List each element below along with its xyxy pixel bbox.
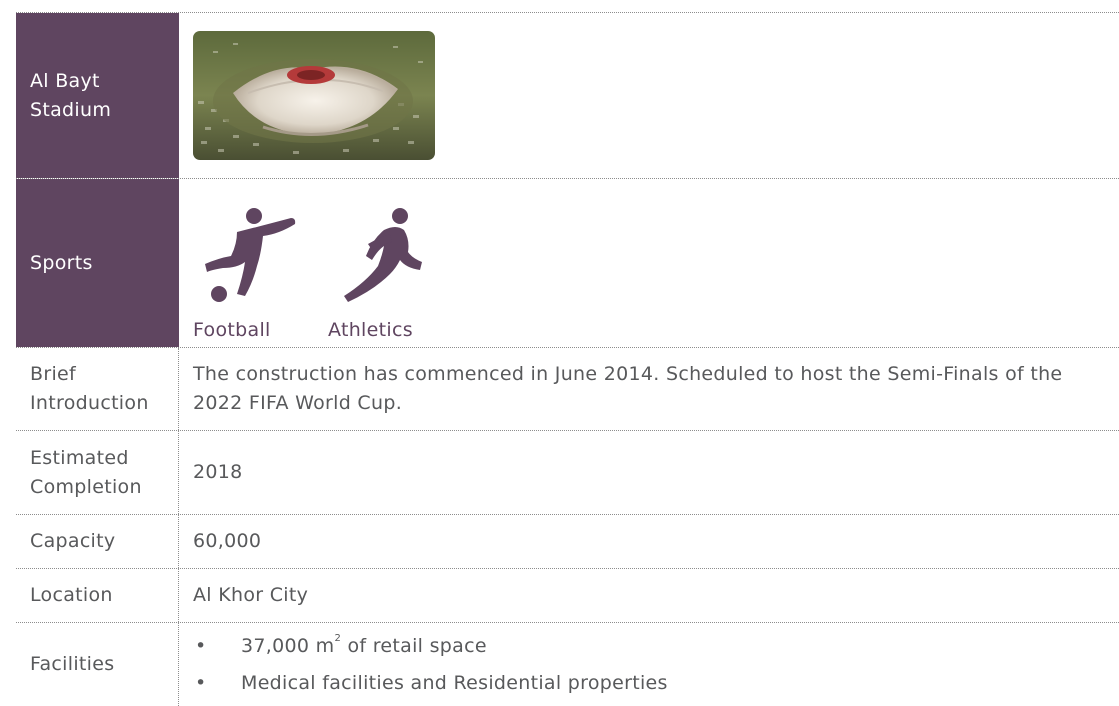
sports-row: Sports Football Athletics: [16, 178, 1119, 347]
sports-label: Sports: [30, 251, 93, 274]
capacity-row: Capacity 60,000: [16, 514, 1119, 568]
runner-icon: [344, 208, 422, 302]
location-value-cell: Al Khor City: [179, 569, 1119, 622]
sport-football: Football: [193, 204, 328, 342]
sports-list: Football Athletics: [193, 179, 438, 347]
facility-item1-suffix: of retail space: [341, 634, 487, 657]
location-label: Location: [30, 584, 113, 606]
facilities-value-cell: • 37,000 m2 of retail space • Medical fa…: [179, 623, 1119, 706]
facility-item1-prefix: 37,000 m: [241, 634, 335, 657]
completion-label-line1: Estimated: [30, 446, 129, 469]
capacity-label-cell: Capacity: [16, 515, 179, 568]
stadium-photo: [193, 31, 435, 160]
facility-item2-text: Medical facilities and Residential prope…: [241, 671, 668, 694]
completion-label-cell: Estimated Completion: [16, 431, 179, 514]
brief-text-line1: The construction has commenced in June 2…: [193, 363, 1063, 385]
brief-text-line2: 2022 FIFA World Cup.: [193, 392, 403, 414]
capacity-label: Capacity: [30, 530, 116, 552]
facility-item: • Medical facilities and Residential pro…: [193, 665, 668, 702]
location-value: Al Khor City: [193, 584, 309, 606]
brief-value-cell: The construction has commenced in June 2…: [179, 348, 1119, 430]
stadium-row: Al Bayt Stadium: [16, 12, 1119, 178]
stadium-name-cell: Al Bayt Stadium: [16, 13, 179, 178]
brief-label-cell: Brief Introduction: [16, 348, 179, 430]
stadium-name-line1: Al Bayt: [30, 69, 100, 92]
bullet-icon: •: [195, 634, 207, 657]
sports-label-cell: Sports: [16, 179, 179, 347]
sports-cell: Football Athletics: [179, 179, 1119, 347]
completion-label-line2: Completion: [30, 475, 142, 498]
completion-value-cell: 2018: [179, 431, 1119, 514]
football-player-icon: [205, 208, 296, 302]
facilities-list: • 37,000 m2 of retail space • Medical fa…: [193, 628, 668, 702]
location-label-cell: Location: [16, 569, 179, 622]
sport-athletics: Athletics: [328, 204, 438, 342]
stadium-info-table: Al Bayt Stadium Sports Football Athletic…: [16, 12, 1119, 706]
facilities-label: Facilities: [30, 653, 115, 675]
sport-label-football: Football: [193, 319, 271, 341]
bullet-icon: •: [195, 671, 207, 694]
completion-row: Estimated Completion 2018: [16, 430, 1119, 514]
sport-label-athletics: Athletics: [328, 319, 413, 341]
brief-label-line2: Introduction: [30, 392, 149, 414]
location-row: Location Al Khor City: [16, 568, 1119, 622]
brief-label-line1: Brief: [30, 363, 77, 385]
completion-value: 2018: [193, 461, 243, 483]
capacity-value: 60,000: [193, 530, 262, 552]
stadium-photo-cell: [179, 13, 1119, 178]
facility-item: • 37,000 m2 of retail space: [193, 628, 668, 665]
brief-row: Brief Introduction The construction has …: [16, 347, 1119, 430]
capacity-value-cell: 60,000: [179, 515, 1119, 568]
stadium-name-line2: Stadium: [30, 98, 112, 121]
facilities-row: Facilities • 37,000 m2 of retail space •…: [16, 622, 1119, 706]
facilities-label-cell: Facilities: [16, 623, 179, 706]
